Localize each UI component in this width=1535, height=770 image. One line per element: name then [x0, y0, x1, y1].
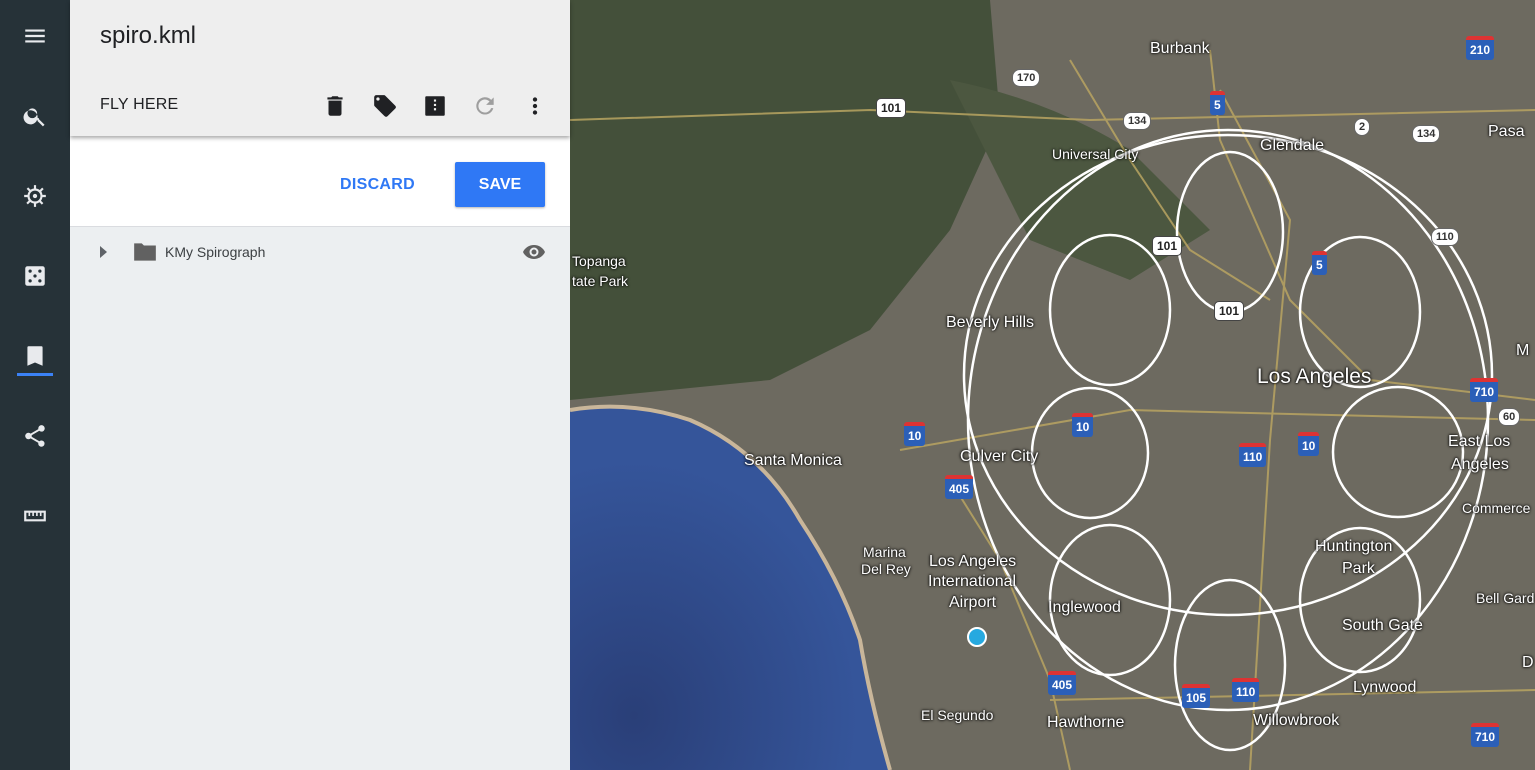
highway-shield: 5 [1312, 251, 1327, 275]
fly-here-button[interactable]: FLY HERE [100, 96, 178, 114]
map-view[interactable]: Burbank Glendale Universal City Pasa Top… [570, 0, 1535, 770]
label-icon[interactable] [370, 91, 400, 121]
map-label: Topanga [572, 253, 626, 269]
highway-shield: 710 [1470, 378, 1499, 402]
project-panel: spiro.kml FLY HERE DISCARD SAVE KMy Spir… [70, 0, 570, 770]
map-label: Hawthorne [1047, 714, 1125, 731]
file-title: spiro.kml [100, 22, 197, 49]
map-label: East Los [1448, 433, 1511, 450]
delete-icon[interactable] [320, 91, 350, 121]
map-label: International [928, 573, 1017, 590]
bookmark-icon[interactable] [0, 326, 70, 386]
highway-shield: 105 [1182, 684, 1211, 708]
map-label: South Gate [1342, 617, 1423, 634]
highway-shield: 110 [1431, 228, 1459, 246]
discard-button[interactable]: DISCARD [340, 176, 415, 194]
active-indicator [17, 373, 53, 376]
edit-actions-bar: DISCARD SAVE [70, 136, 570, 227]
highway-shield: 10 [904, 422, 926, 446]
map-label: Los Angeles [1257, 365, 1372, 388]
dice-icon[interactable] [0, 246, 70, 306]
map-canvas[interactable] [570, 0, 1535, 770]
highway-shield: 2 [1354, 118, 1371, 136]
map-label: Burbank [1150, 40, 1210, 57]
map-label: Del Rey [861, 561, 911, 577]
highway-shield: 110 [1232, 678, 1260, 702]
highway-shield: 405 [1048, 671, 1077, 695]
description-icon[interactable] [420, 91, 450, 121]
map-label: Angeles [1451, 456, 1509, 473]
highway-shield: 110 [1239, 443, 1267, 467]
map-label: Santa Monica [744, 452, 842, 469]
map-label: Bell Gard [1476, 590, 1535, 606]
map-label: tate Park [572, 273, 629, 289]
expand-caret-icon[interactable] [100, 246, 107, 258]
highway-shield: 10 [1072, 413, 1094, 437]
highway-shield: 134 [1123, 112, 1152, 130]
map-label: El Segundo [921, 707, 994, 723]
highway-shield: 10 [1298, 432, 1320, 456]
highway-shield: 60 [1498, 408, 1521, 426]
map-label: Marina [863, 544, 906, 560]
tree-item-label: KMy Spirograph [165, 244, 266, 260]
share-icon[interactable] [0, 406, 70, 466]
tree-item[interactable]: KMy Spirograph [70, 232, 570, 272]
highway-shield: 101 [876, 98, 907, 118]
save-button[interactable]: SAVE [455, 162, 545, 207]
map-label: Airport [949, 594, 997, 611]
highway-shield: 101 [1152, 236, 1183, 256]
map-label: Culver City [960, 448, 1039, 465]
map-label: Inglewood [1048, 599, 1121, 616]
highway-shield: 134 [1412, 125, 1441, 143]
menu-icon[interactable] [0, 6, 70, 66]
refresh-icon[interactable] [470, 91, 500, 121]
highway-shield: 101 [1214, 301, 1245, 321]
map-label: Los Angeles [929, 553, 1017, 570]
map-label: M [1516, 342, 1530, 359]
highway-shield: 210 [1466, 36, 1495, 60]
folder-icon [134, 243, 156, 261]
map-label: Beverly Hills [946, 314, 1035, 331]
highway-shield: 405 [945, 475, 974, 499]
airport-icon [967, 627, 987, 647]
highway-shield: 710 [1471, 723, 1500, 747]
map-label: Lynwood [1353, 679, 1417, 696]
highway-shield: 170 [1012, 69, 1041, 87]
highway-shield: 5 [1210, 91, 1225, 115]
map-label: Willowbrook [1253, 712, 1340, 729]
panel-header: spiro.kml FLY HERE [70, 0, 570, 136]
search-icon[interactable] [0, 86, 70, 146]
left-nav-rail [0, 0, 70, 770]
map-label: Park [1342, 560, 1375, 577]
visibility-eye-icon[interactable] [520, 240, 548, 264]
voyager-wheel-icon[interactable] [0, 166, 70, 226]
more-vert-icon[interactable] [520, 91, 550, 121]
map-label: Commerce [1462, 500, 1531, 516]
map-label: Glendale [1260, 137, 1325, 154]
map-label: Huntington [1315, 538, 1393, 555]
map-label: Pasa [1488, 123, 1525, 140]
map-label: Universal City [1052, 146, 1139, 162]
map-label: D [1522, 654, 1534, 671]
ruler-icon[interactable] [0, 486, 70, 546]
